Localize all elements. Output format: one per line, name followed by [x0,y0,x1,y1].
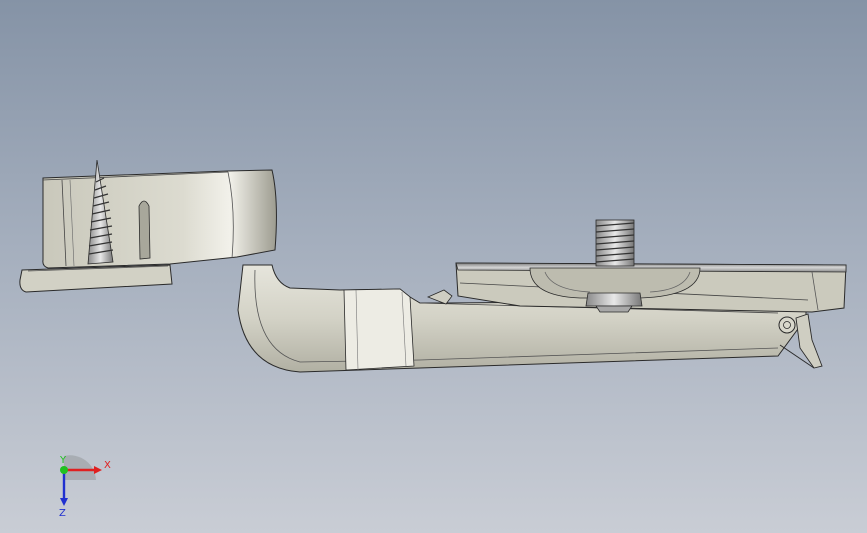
axis-triad: X Y Z [59,455,111,519]
adjustment-screw[interactable] [595,219,635,267]
hinge-cup-plate[interactable] [455,262,847,313]
y-axis-label: Y [59,455,67,466]
x-axis-label: X [104,460,111,471]
hinge-3d-model[interactable] [0,0,867,533]
cad-viewport[interactable]: X Y Z [0,0,867,533]
z-axis-label: Z [59,508,66,519]
mounting-plate[interactable] [19,169,277,293]
y-axis-dot [60,466,68,474]
